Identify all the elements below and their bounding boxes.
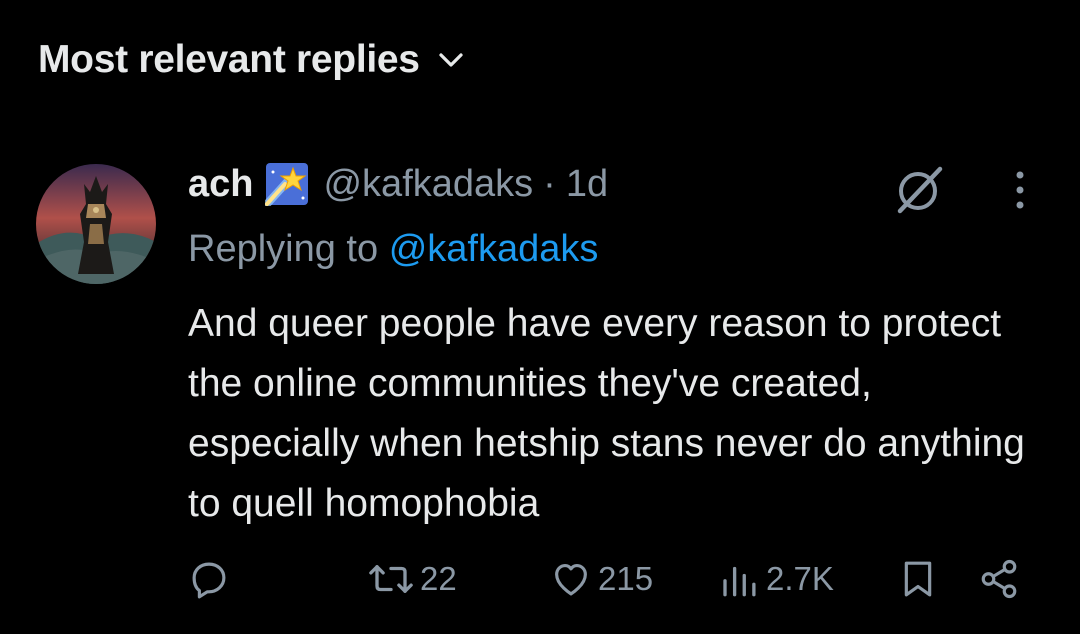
share-icon [981, 559, 1017, 599]
repost-icon [369, 565, 413, 593]
tweet-text: And queer people have every reason to pr… [188, 302, 1025, 525]
replying-to: Replying to @kafkadaks [188, 228, 598, 271]
views-button[interactable]: 2.7K [718, 558, 834, 600]
avatar[interactable] [36, 164, 156, 284]
chevron-down-icon [439, 53, 463, 67]
grok-icon[interactable] [892, 163, 946, 217]
replying-prefix: Replying to [188, 228, 379, 270]
display-name[interactable]: ach [188, 163, 253, 206]
shooting-star-emoji-icon [265, 163, 309, 206]
reply-icon [192, 562, 226, 599]
separator-dot: · [543, 162, 556, 205]
heart-icon [555, 563, 587, 596]
timestamp[interactable]: 1d [566, 163, 608, 206]
bookmark-icon [904, 561, 932, 597]
tweet-header: ach @kafkadaks · 1d [188, 162, 608, 206]
action-bar: 22 215 2.7K [0, 556, 1080, 606]
views-icon [723, 566, 756, 597]
repost-count: 22 [420, 560, 457, 597]
sort-label: Most relevant replies [38, 38, 420, 81]
reply-button[interactable] [188, 558, 236, 600]
repost-button[interactable]: 22 [368, 558, 457, 600]
bookmark-button[interactable] [898, 558, 938, 600]
user-handle[interactable]: @kafkadaks [323, 163, 533, 206]
replying-mention-link[interactable]: @kafkadaks [389, 228, 599, 270]
views-count: 2.7K [766, 560, 834, 597]
share-button[interactable] [978, 558, 1020, 600]
like-button[interactable]: 215 [550, 558, 653, 600]
sort-replies-dropdown[interactable]: Most relevant replies [38, 38, 466, 82]
more-vertical-icon[interactable] [1006, 168, 1034, 212]
like-count: 215 [598, 560, 654, 597]
